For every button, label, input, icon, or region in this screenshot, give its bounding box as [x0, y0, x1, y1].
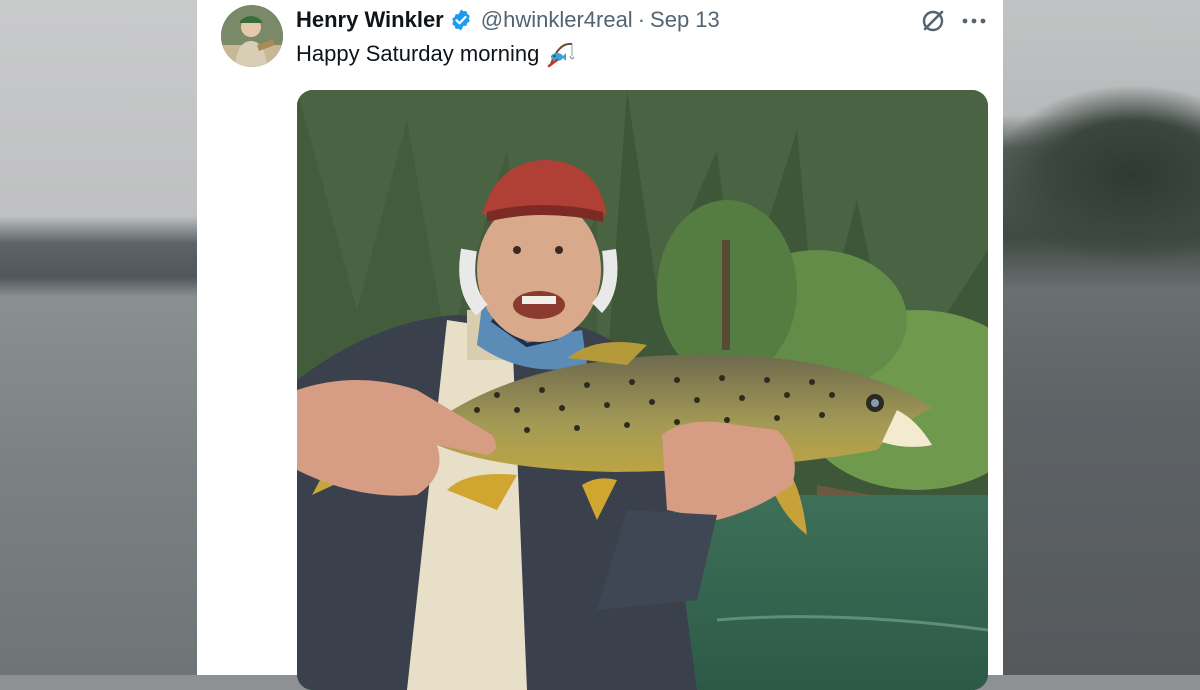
tweet-date[interactable]: Sep 13 — [650, 7, 720, 33]
tweet-photo[interactable] — [297, 90, 988, 690]
blurred-background-right — [1003, 0, 1200, 675]
grok-icon — [922, 10, 944, 32]
tweet-text: Happy Saturday morning — [296, 40, 575, 68]
author-handle[interactable]: @hwinkler4real — [481, 7, 633, 33]
blurred-background-left — [0, 0, 197, 675]
grok-button[interactable] — [918, 6, 948, 36]
more-options-button[interactable] — [958, 6, 990, 36]
separator-dot: · — [637, 7, 646, 32]
author-avatar[interactable] — [221, 5, 283, 67]
fishing-pole-emoji — [545, 40, 575, 68]
fishing-photo — [297, 90, 988, 690]
more-options-icon — [962, 18, 986, 24]
avatar-image — [221, 5, 283, 67]
author-name[interactable]: Henry Winkler — [296, 7, 444, 33]
verified-badge-icon — [449, 8, 473, 32]
tweet-header: Henry Winkler @hwinkler4real · Sep 13 — [296, 4, 720, 36]
tweet-text-content: Happy Saturday morning — [296, 41, 540, 66]
